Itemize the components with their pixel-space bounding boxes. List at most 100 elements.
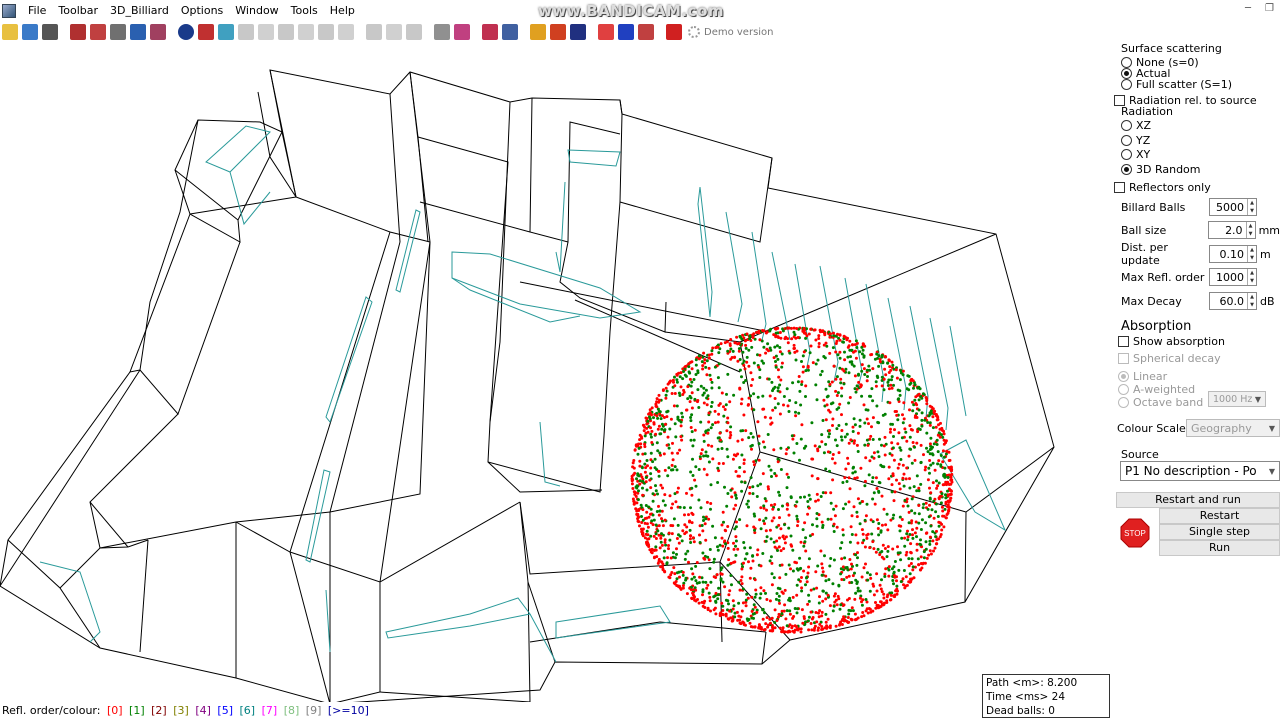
print-icon[interactable]: [42, 24, 58, 40]
stop-button[interactable]: STOP: [1120, 518, 1150, 548]
spinner-arrows-icon[interactable]: ▲ ▼: [1245, 222, 1255, 238]
sort-icon[interactable]: [434, 24, 450, 40]
radiation-3d-random-radio[interactable]: 3D Random: [1121, 163, 1201, 176]
billiard-ball: [889, 593, 893, 597]
radiation-xy-radio[interactable]: XY: [1121, 148, 1150, 161]
menu-3d-billiard[interactable]: 3D_Billiard: [104, 0, 175, 22]
scatter-icon[interactable]: [454, 24, 470, 40]
grid-view-icon[interactable]: [70, 24, 86, 40]
radio-indicator[interactable]: [1118, 371, 1129, 382]
billiard-ball: [791, 595, 795, 599]
chart-edit-icon[interactable]: [150, 24, 166, 40]
3d-viewport[interactable]: [0, 42, 1112, 702]
layer-icon[interactable]: [218, 24, 234, 40]
menu-options[interactable]: Options: [175, 0, 229, 22]
billard-balls-spinner[interactable]: 5000 ▲ ▼: [1209, 198, 1257, 216]
show-absorption-checkbox[interactable]: Show absorption: [1118, 335, 1225, 348]
reflectors-only-checkbox[interactable]: Reflectors only: [1114, 181, 1211, 194]
menu-help[interactable]: Help: [324, 0, 361, 22]
graph-icon[interactable]: [110, 24, 126, 40]
spinner-arrows-icon[interactable]: ▲ ▼: [1247, 199, 1256, 215]
spinner-arrows-icon[interactable]: ▲ ▼: [1247, 293, 1256, 309]
billiard-ball: [687, 560, 690, 564]
video-icon[interactable]: [666, 24, 682, 40]
billiard-2-icon[interactable]: [550, 24, 566, 40]
restart-button[interactable]: Restart: [1159, 508, 1280, 524]
billiard-icon[interactable]: [530, 24, 546, 40]
minimize-icon[interactable]: ─: [1245, 3, 1251, 14]
radiation-xz-radio[interactable]: XZ: [1121, 119, 1151, 132]
spinner-arrows-icon[interactable]: ▲ ▼: [1247, 246, 1256, 262]
billiard-ball: [793, 346, 796, 350]
checkbox-box[interactable]: [1118, 336, 1129, 347]
menu-toolbar[interactable]: Toolbar: [52, 0, 104, 22]
dist-per-update-spinner[interactable]: 0.10 ▲ ▼: [1209, 245, 1257, 263]
spinner-value[interactable]: 2.0: [1209, 224, 1246, 237]
radio-indicator[interactable]: [1118, 397, 1129, 408]
checkbox-box[interactable]: [1118, 353, 1129, 364]
radio-indicator[interactable]: [1121, 135, 1132, 146]
billiard-ball: [708, 595, 712, 599]
absorption-a-weighted-radio[interactable]: A-weighted: [1118, 383, 1195, 396]
radio-indicator[interactable]: [1118, 384, 1129, 395]
billiard-ball: [784, 535, 788, 539]
export-icon[interactable]: [570, 24, 586, 40]
wireframe-scene[interactable]: [0, 42, 1112, 702]
radio-indicator[interactable]: [1121, 120, 1132, 131]
spinner-value[interactable]: 0.10: [1210, 248, 1247, 261]
source-select[interactable]: P1 No description - Po ▼: [1120, 461, 1280, 481]
menu-file[interactable]: File: [22, 0, 52, 22]
spinner-value[interactable]: 1000: [1210, 271, 1247, 284]
billiard-ball: [722, 520, 725, 524]
billiard-ball: [858, 424, 862, 428]
field-label: Ball size: [1121, 223, 1167, 237]
spinner-arrows-icon[interactable]: ▲ ▼: [1247, 269, 1256, 285]
waveform-icon[interactable]: [598, 24, 614, 40]
radio-indicator[interactable]: [1121, 79, 1132, 90]
menu-tools[interactable]: Tools: [285, 0, 324, 22]
billiard-ball: [935, 486, 939, 490]
absorption-linear-radio[interactable]: Linear: [1118, 370, 1167, 383]
table-icon[interactable]: [482, 24, 498, 40]
radio-indicator[interactable]: [1121, 149, 1132, 160]
info-icon[interactable]: [178, 24, 194, 40]
billiard-ball: [832, 522, 836, 526]
billiard-ball: [692, 378, 696, 381]
spherical-decay-checkbox[interactable]: Spherical decay: [1118, 352, 1221, 365]
billiard-ball: [837, 406, 841, 410]
scatter-full-radio[interactable]: Full scatter (S=1): [1121, 78, 1232, 91]
ball-size-spinner[interactable]: 2.0 ▲ ▼: [1208, 221, 1256, 239]
octave-band-select[interactable]: 1000 Hz ▼: [1208, 391, 1266, 407]
billiard-ball: [831, 424, 834, 427]
spinner-value[interactable]: 5000: [1210, 201, 1247, 214]
colour-scale-select[interactable]: Geography ▼: [1186, 419, 1280, 437]
billiard-ball: [661, 499, 665, 503]
max-refl-order-spinner[interactable]: 1000 ▲ ▼: [1209, 268, 1257, 286]
restore-icon[interactable]: ❐: [1265, 3, 1274, 14]
gif-icon[interactable]: [130, 24, 146, 40]
source-icon[interactable]: [198, 24, 214, 40]
open-folder-icon[interactable]: [2, 24, 18, 40]
legend-label: Refl. order/colour:: [2, 704, 101, 717]
spinner-value[interactable]: 60.0: [1210, 295, 1247, 308]
run-button[interactable]: Run: [1159, 540, 1280, 556]
billiard-ball: [729, 488, 733, 492]
absorption-octave-band-radio[interactable]: Octave band: [1118, 396, 1203, 409]
radiation-yz-radio[interactable]: YZ: [1121, 134, 1150, 147]
max-decay-spinner[interactable]: 60.0 ▲ ▼: [1209, 292, 1257, 310]
settings-icon[interactable]: [638, 24, 654, 40]
arrow-icon[interactable]: [618, 24, 634, 40]
grid-view-2-icon[interactable]: [90, 24, 106, 40]
menu-window[interactable]: Window: [229, 0, 284, 22]
checkbox-box[interactable]: [1114, 182, 1125, 193]
open-file-icon[interactable]: [22, 24, 38, 40]
billiard-ball: [882, 602, 886, 606]
single-step-button[interactable]: Single step: [1159, 524, 1280, 540]
billiard-ball: [769, 416, 773, 420]
radio-indicator[interactable]: [1121, 164, 1132, 175]
restart-and-run-button[interactable]: Restart and run: [1116, 492, 1280, 508]
app-icon[interactable]: [2, 4, 16, 18]
image-icon[interactable]: [502, 24, 518, 40]
billiard-ball: [749, 476, 753, 480]
billiard-ball: [859, 466, 863, 470]
